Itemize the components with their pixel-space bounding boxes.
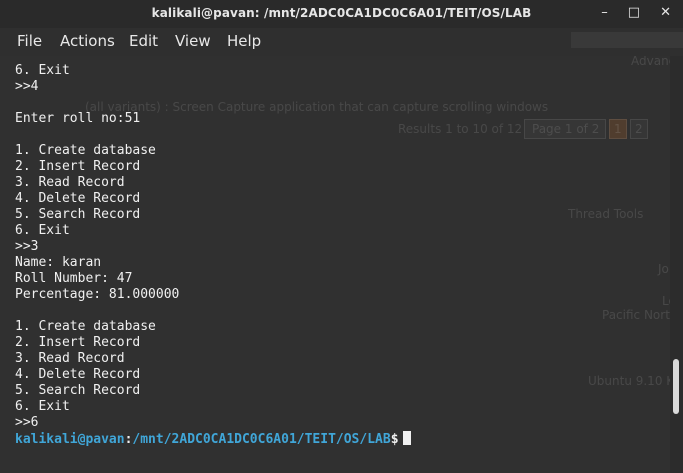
ghost-results: Results 1 to 10 of 12	[398, 122, 523, 136]
close-icon[interactable]: ✕	[660, 5, 671, 21]
terminal-line: >>4	[15, 79, 39, 94]
terminal-line: Enter roll no:51	[15, 111, 141, 126]
terminal-line: 6. Exit	[15, 223, 70, 238]
terminal-line: 4. Delete Record	[15, 191, 141, 206]
menu-bar: File Actions Edit View Help	[0, 28, 683, 56]
ghost-pacific: Pacific Northwe	[602, 308, 670, 322]
vertical-scrollbar[interactable]	[670, 56, 683, 473]
terminal-line: Percentage: 81.000000	[15, 287, 180, 302]
menu-view[interactable]: View	[175, 32, 211, 50]
window-title: kalikali@pavan: /mnt/2ADC0CA1DC0C6A01/TE…	[151, 6, 532, 20]
menu-actions[interactable]: Actions	[60, 32, 115, 50]
menu-edit[interactable]: Edit	[129, 32, 158, 50]
title-bar[interactable]: kalikali@pavan: /mnt/2ADC0CA1DC0C6A01/TE…	[0, 0, 683, 28]
terminal-line: Roll Number: 47	[15, 271, 133, 286]
minimize-icon[interactable]: –	[601, 5, 608, 21]
ghost-joined: Joi	[658, 262, 670, 276]
background-search-box	[571, 32, 683, 48]
terminal-line: 2. Insert Record	[15, 159, 141, 174]
terminal-line: 5. Search Record	[15, 207, 141, 222]
terminal-line: 6. Exit	[15, 399, 70, 414]
text-cursor	[402, 431, 411, 445]
ghost-advanced: Advanced	[631, 56, 670, 68]
maximize-icon[interactable]: □	[628, 5, 640, 21]
scrollbar-thumb[interactable]	[673, 359, 679, 414]
terminal-line: 3. Read Record	[15, 351, 125, 366]
window-controls: – □ ✕	[601, 5, 671, 21]
terminal-lines: 6. Exit >>4 Enter roll no:51 1. Create d…	[15, 63, 411, 447]
terminal-line: 2. Insert Record	[15, 335, 141, 350]
terminal-line: >>3	[15, 239, 39, 254]
ghost-thread-tools: Thread Tools	[568, 207, 644, 221]
ghost-page-2-label: 2	[635, 122, 643, 136]
terminal-line: 4. Delete Record	[15, 367, 141, 382]
terminal-line: 1. Create database	[15, 319, 156, 334]
prompt-path: /mnt/2ADC0CA1DC0C6A01/TEIT/OS/LAB	[132, 432, 391, 447]
menu-help[interactable]: Help	[227, 32, 261, 50]
ghost-page-info: Page 1 of 2	[532, 122, 600, 136]
terminal-line: 6. Exit	[15, 63, 70, 78]
menu-file[interactable]: File	[17, 32, 42, 50]
prompt-user-host: kalikali@pavan	[15, 432, 125, 447]
ghost-location: Loc	[662, 294, 670, 308]
terminal-line: 3. Read Record	[15, 175, 125, 190]
ghost-page-1-label: 1	[614, 122, 622, 136]
terminal-line: 5. Search Record	[15, 383, 141, 398]
terminal-line: Name: karan	[15, 255, 102, 270]
prompt-symbol: $	[390, 432, 399, 447]
terminal-window: kalikali@pavan: /mnt/2ADC0CA1DC0C6A01/TE…	[0, 0, 683, 473]
terminal-output[interactable]: Advanced (all variants) : Screen Capture…	[0, 56, 670, 473]
terminal-line: >>6	[15, 415, 39, 430]
terminal-line: 1. Create database	[15, 143, 156, 158]
ghost-ubuntu: Ubuntu 9.10 Ka	[588, 374, 670, 388]
shell-prompt[interactable]: kalikali@pavan:/mnt/2ADC0CA1DC0C6A01/TEI…	[15, 431, 411, 447]
